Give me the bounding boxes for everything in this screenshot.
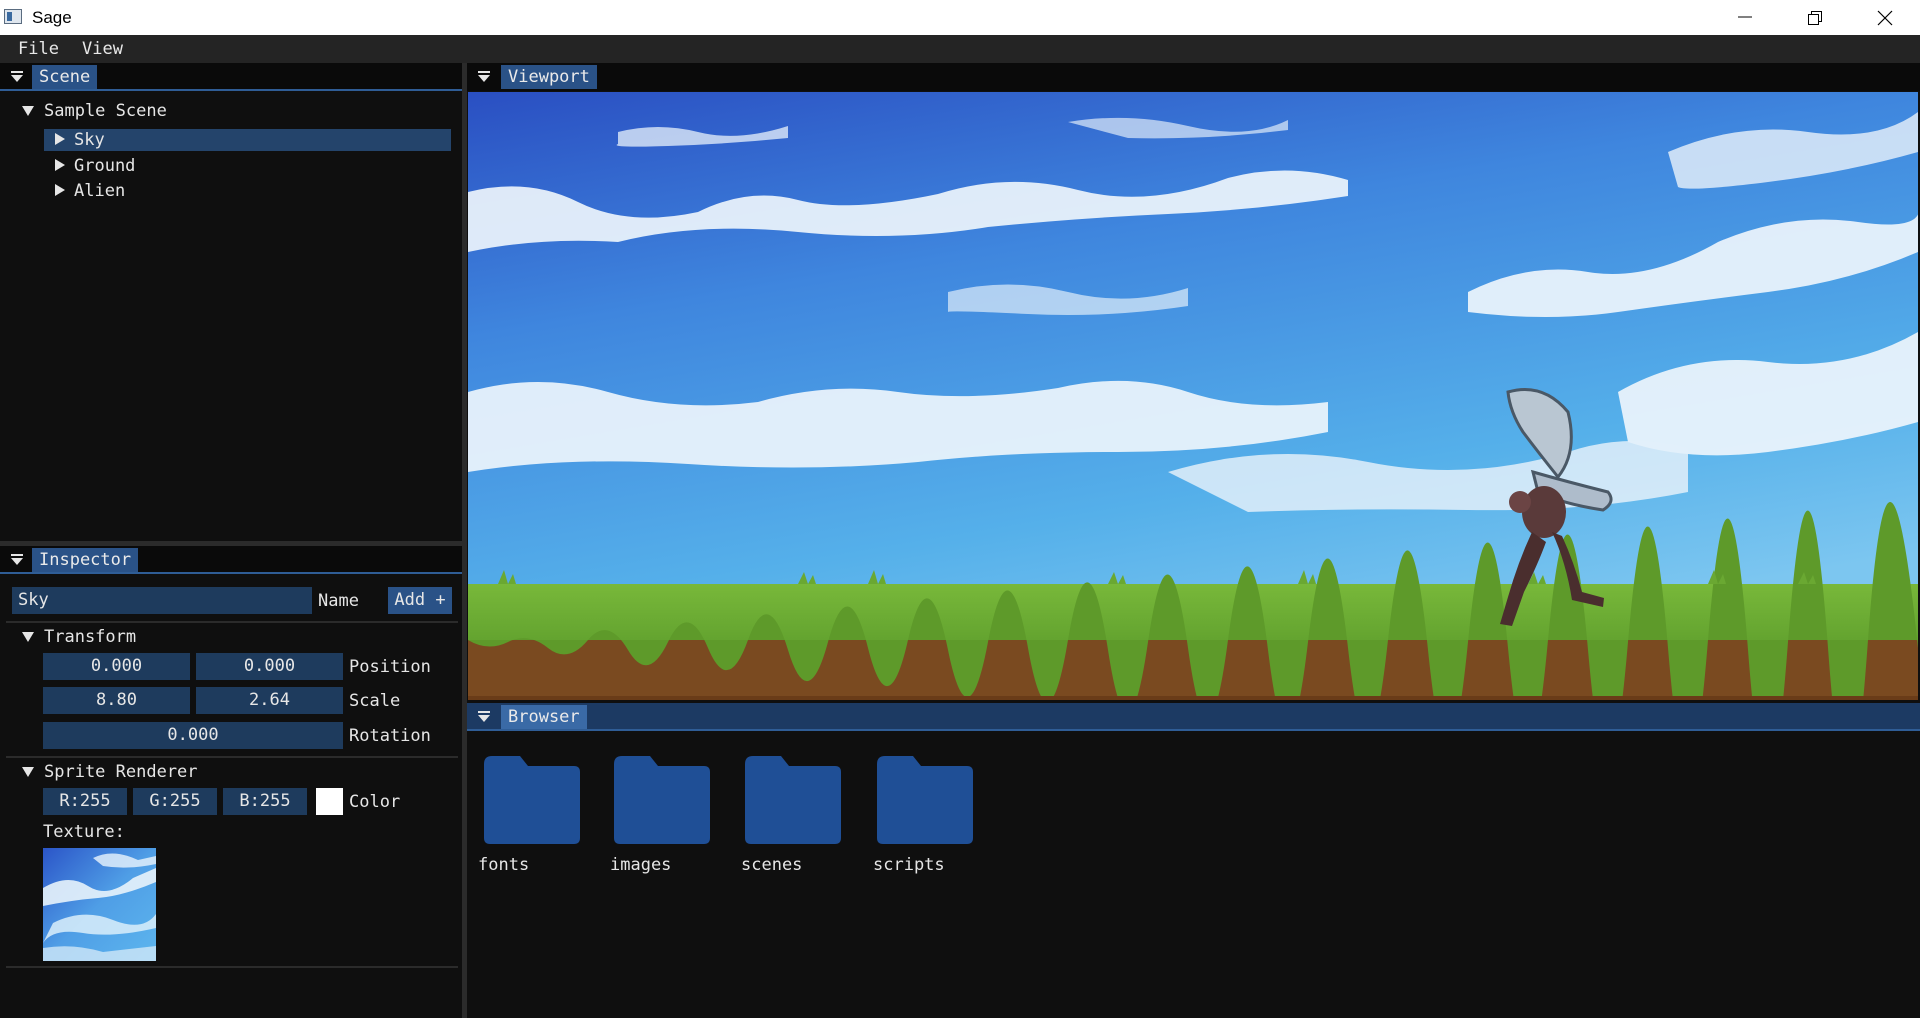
divider: [6, 756, 458, 758]
tree-item-sky[interactable]: Sky: [44, 129, 451, 151]
window-title-bar: Sage: [0, 0, 1920, 35]
rotation-field[interactable]: 0.000: [43, 722, 343, 749]
folder-icon: [745, 756, 841, 844]
window-title: Sage: [32, 8, 72, 27]
expanded-arrow-icon: [22, 106, 34, 116]
folder-icon: [484, 756, 580, 844]
tab-scene[interactable]: Scene: [32, 65, 98, 89]
close-icon: [1877, 10, 1893, 26]
collapsed-arrow-icon: [55, 184, 65, 196]
folder-images[interactable]: [614, 754, 710, 844]
expanded-arrow-icon: [22, 767, 34, 777]
menu-view[interactable]: View: [82, 39, 123, 59]
add-component-button[interactable]: Add +: [388, 587, 452, 614]
texture-thumbnail[interactable]: [43, 848, 156, 961]
menu-file[interactable]: File: [18, 39, 59, 59]
color-g-field[interactable]: G:255: [133, 788, 217, 815]
app-icon: [4, 9, 22, 24]
color-label: Color: [349, 792, 401, 812]
tab-inspector[interactable]: Inspector: [32, 548, 139, 572]
folder-scenes[interactable]: [745, 754, 841, 844]
scale-label: Scale: [349, 691, 401, 711]
collapse-icon[interactable]: [10, 553, 24, 567]
divider: [6, 621, 458, 623]
restore-icon: [1808, 11, 1822, 25]
folder-label-scripts[interactable]: scripts: [873, 855, 945, 875]
tree-item-ground[interactable]: Ground: [44, 155, 135, 177]
folder-icon: [877, 756, 973, 844]
inspector-panel: Inspector Sky Name Add + Transform 0.000…: [0, 546, 462, 1018]
scene-panel-header: Scene: [0, 63, 462, 91]
collapse-icon[interactable]: [10, 70, 24, 84]
viewport-render[interactable]: [468, 92, 1918, 700]
color-swatch[interactable]: [316, 788, 343, 815]
collapsed-arrow-icon: [55, 159, 65, 171]
collapsed-arrow-icon: [55, 133, 65, 145]
inspector-panel-header: Inspector: [0, 546, 462, 574]
rotation-label: Rotation: [349, 726, 431, 746]
minimize-button[interactable]: [1710, 0, 1780, 35]
name-input[interactable]: Sky: [12, 587, 312, 614]
folder-label-images[interactable]: images: [610, 855, 671, 875]
scale-y-field[interactable]: 2.64: [196, 687, 343, 714]
menu-bar: File View: [0, 35, 1920, 63]
browser-panel-header: Browser: [467, 703, 1920, 731]
collapse-icon[interactable]: [477, 70, 491, 84]
tab-browser[interactable]: Browser: [501, 705, 587, 729]
folder-icon: [614, 756, 710, 844]
folder-fonts[interactable]: [484, 754, 580, 844]
close-button[interactable]: [1850, 0, 1920, 35]
scene-panel: Scene Sample Scene Sky Ground Alien: [0, 63, 462, 541]
folder-scripts[interactable]: [877, 754, 973, 844]
viewport-panel-header: Viewport: [467, 63, 1920, 91]
restore-button[interactable]: [1780, 0, 1850, 35]
name-label: Name: [318, 591, 359, 611]
minimize-icon: [1738, 16, 1752, 18]
position-x-field[interactable]: 0.000: [43, 653, 190, 680]
tab-viewport[interactable]: Viewport: [501, 65, 597, 89]
tree-item-alien[interactable]: Alien: [44, 180, 125, 202]
texture-label: Texture:: [43, 822, 125, 842]
color-b-field[interactable]: B:255: [223, 788, 307, 815]
scale-x-field[interactable]: 8.80: [43, 687, 190, 714]
sprite-renderer-header[interactable]: Sprite Renderer: [22, 761, 198, 783]
transform-header[interactable]: Transform: [22, 626, 136, 648]
divider: [6, 966, 458, 968]
browser-panel: Browser fonts images scenes scripts: [467, 703, 1920, 1018]
expanded-arrow-icon: [22, 632, 34, 642]
tree-root-sample-scene[interactable]: Sample Scene: [22, 100, 167, 122]
position-label: Position: [349, 657, 431, 677]
position-y-field[interactable]: 0.000: [196, 653, 343, 680]
collapse-icon[interactable]: [477, 710, 491, 724]
game-scene-image: [468, 92, 1918, 700]
folder-label-fonts[interactable]: fonts: [478, 855, 529, 875]
folder-label-scenes[interactable]: scenes: [741, 855, 802, 875]
color-r-field[interactable]: R:255: [43, 788, 127, 815]
